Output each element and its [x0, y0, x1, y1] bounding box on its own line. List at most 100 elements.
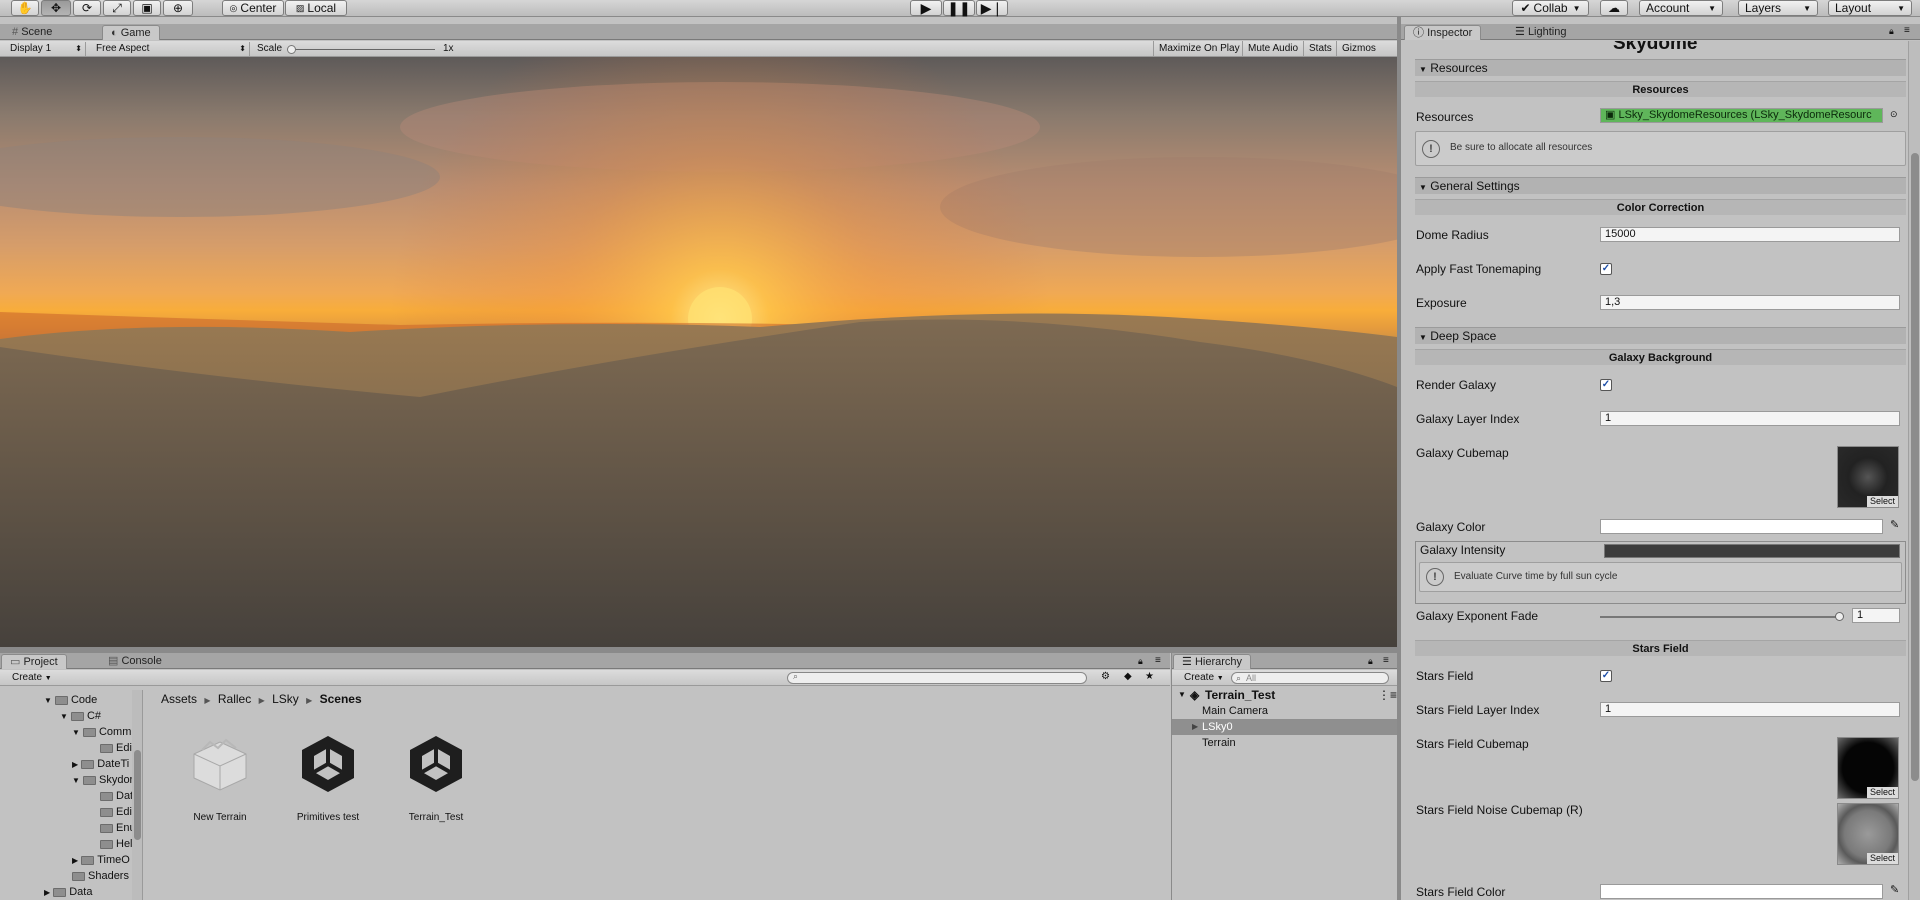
stars-layer-label: Stars Field Layer Index [1416, 703, 1540, 717]
panel-menu-icon[interactable]: ≡ [1383, 655, 1389, 666]
filter-label-icon[interactable]: ◆ [1124, 671, 1132, 682]
scene-row[interactable]: ▼ ◈ Terrain_Test ⋮≡ [1172, 687, 1398, 703]
step-button[interactable]: ▶❘ [976, 0, 1008, 16]
rect-tool-button[interactable]: ▣ [133, 0, 161, 16]
tab-hierarchy[interactable]: ☰ Hierarchy [1173, 654, 1252, 669]
transform-tool-button[interactable]: ⊕ [163, 0, 193, 16]
inspector-scrollbar-thumb[interactable] [1911, 153, 1919, 781]
resources-section-header[interactable]: ▼ Resources [1415, 59, 1906, 76]
panel-menu-icon[interactable]: ≡ [1155, 655, 1161, 666]
pivot-center-button[interactable]: ◎ Center [222, 0, 284, 16]
layers-dropdown[interactable]: Layers ▼ [1738, 0, 1818, 16]
tonemap-checkbox[interactable]: ✓ [1600, 263, 1612, 275]
galaxy-fade-slider[interactable] [1600, 612, 1844, 621]
stars-noise-thumbnail[interactable]: Select [1837, 803, 1899, 865]
stars-cubemap-thumbnail[interactable]: Select [1837, 737, 1899, 799]
lock-icon[interactable]: 🔒︎ [1368, 656, 1373, 667]
scale-label: Scale [257, 43, 283, 54]
stars-color-field[interactable] [1600, 884, 1883, 899]
stars-cubemap-select-button[interactable]: Select [1866, 787, 1898, 798]
galaxy-layer-field[interactable]: 1 [1600, 411, 1900, 426]
hierarchy-create-dropdown[interactable]: Create ▼ [1180, 671, 1224, 685]
tab-inspector[interactable]: ⓘ Inspector [1404, 25, 1482, 40]
galaxy-color-field[interactable] [1600, 519, 1883, 534]
tree-item[interactable]: Shaders [72, 870, 129, 882]
breadcrumb-item-current[interactable]: Scenes [320, 692, 362, 706]
exposure-field[interactable]: 1,3 [1600, 295, 1900, 310]
maximize-on-play-toggle[interactable]: Maximize On Play [1153, 41, 1245, 56]
hierarchy-search-input[interactable]: ⌕ All [1231, 672, 1389, 684]
object-picker-icon[interactable]: ⊙ [1890, 109, 1898, 120]
tree-item[interactable]: ▼ Code [44, 694, 97, 706]
asset-item[interactable]: Primitives test [283, 732, 373, 832]
asset-item[interactable]: New Terrain [175, 732, 265, 832]
galaxy-cubemap-thumbnail[interactable]: Select [1837, 446, 1899, 508]
mute-audio-toggle[interactable]: Mute Audio [1242, 41, 1303, 56]
scale-tool-button[interactable]: ⤢ [103, 0, 131, 16]
tab-lighting[interactable]: ☰ Lighting [1507, 25, 1574, 40]
pause-button[interactable]: ❚❚ [943, 0, 975, 16]
stars-field-checkbox[interactable]: ✓ [1600, 670, 1612, 682]
account-dropdown[interactable]: Account ▼ [1639, 0, 1723, 16]
tree-item[interactable]: ▼ Skydor [72, 774, 133, 786]
general-section-header[interactable]: ▼ General Settings [1415, 177, 1906, 194]
cloud-button[interactable]: ☁ [1600, 0, 1628, 16]
project-search-input[interactable]: ⌕ [787, 671, 1087, 684]
resources-object-field[interactable]: ▣ LSky_SkydomeResources (LSky_SkydomeRes… [1600, 108, 1883, 123]
display-dropdown[interactable]: Display 1 ⬍ [6, 42, 86, 56]
panel-menu-icon[interactable]: ≡ [1904, 25, 1910, 36]
hand-tool-button[interactable]: ✋ [11, 0, 39, 16]
aspect-dropdown[interactable]: Free Aspect ⬍ [92, 42, 250, 56]
scale-slider[interactable] [287, 45, 435, 54]
game-viewport[interactable] [0, 57, 1397, 647]
tree-scrollbar[interactable] [132, 690, 142, 900]
rotate-tool-button[interactable]: ⟳ [73, 0, 101, 16]
galaxy-fade-slider-handle[interactable] [1835, 612, 1844, 621]
gizmos-dropdown[interactable]: Gizmos ▼ [1336, 41, 1388, 68]
tree-item[interactable]: ▶ DateTi [72, 758, 129, 770]
dome-radius-field[interactable]: 15000 [1600, 227, 1900, 242]
stats-toggle[interactable]: Stats [1303, 41, 1337, 56]
tree-item[interactable]: ▼ C# [60, 710, 101, 722]
lock-icon[interactable]: 🔒︎ [1138, 656, 1143, 667]
play-button[interactable]: ▶ [910, 0, 942, 16]
galaxy-cubemap-select-button[interactable]: Select [1866, 496, 1898, 507]
render-galaxy-checkbox[interactable]: ✓ [1600, 379, 1612, 391]
move-tool-button[interactable]: ✥ [41, 0, 71, 16]
scale-slider-handle[interactable] [287, 45, 296, 54]
scene-menu-icon[interactable]: ⋮≡ [1378, 687, 1397, 703]
tree-item[interactable]: ▼ Comm [72, 726, 131, 738]
filter-type-icon[interactable]: ⚙ [1101, 671, 1110, 682]
stars-field-label: Stars Field [1416, 669, 1474, 683]
eyedropper-icon[interactable]: ✎ [1890, 518, 1899, 531]
breadcrumb-item[interactable]: Assets [161, 692, 197, 706]
breadcrumb-item[interactable]: LSky [272, 692, 299, 706]
tab-project[interactable]: ▭ Project [1, 654, 67, 669]
hierarchy-item[interactable]: Terrain [1172, 735, 1398, 751]
stars-layer-field[interactable]: 1 [1600, 702, 1900, 717]
pivot-local-button[interactable]: ▨ Local [285, 0, 347, 16]
lock-icon[interactable]: 🔒︎ [1889, 26, 1894, 37]
inspector-scrollbar[interactable] [1908, 41, 1920, 900]
hierarchy-item-selected[interactable]: ▶ LSky0 [1172, 719, 1398, 735]
stars-noise-select-button[interactable]: Select [1866, 853, 1898, 864]
hierarchy-item[interactable]: Main Camera [1172, 703, 1398, 719]
galaxy-fade-field[interactable]: 1 [1852, 608, 1900, 623]
panel-divider[interactable] [0, 647, 1397, 653]
tab-scene[interactable]: # Scene [4, 25, 60, 40]
collab-dropdown[interactable]: ✔ Collab ▼ [1512, 0, 1589, 16]
breadcrumb-item[interactable]: Rallec [218, 692, 251, 706]
tree-scrollbar-thumb[interactable] [134, 750, 141, 840]
tab-game[interactable]: ◐ Game [102, 25, 160, 40]
tab-console[interactable]: ▤ Console [100, 654, 170, 669]
layout-dropdown[interactable]: Layout ▼ [1828, 0, 1912, 16]
panel-divider[interactable] [1397, 17, 1401, 900]
eyedropper-icon[interactable]: ✎ [1890, 883, 1899, 896]
asset-item[interactable]: Terrain_Test [391, 732, 481, 832]
favorite-star-icon[interactable]: ★ [1145, 671, 1154, 682]
project-create-dropdown[interactable]: Create ▼ [8, 671, 52, 685]
galaxy-intensity-curve[interactable] [1604, 544, 1900, 558]
tree-item[interactable]: ▶ Data [44, 886, 92, 898]
deep-space-section-header[interactable]: ▼ Deep Space [1415, 327, 1906, 344]
tree-item[interactable]: ▶ TimeO [72, 854, 130, 866]
